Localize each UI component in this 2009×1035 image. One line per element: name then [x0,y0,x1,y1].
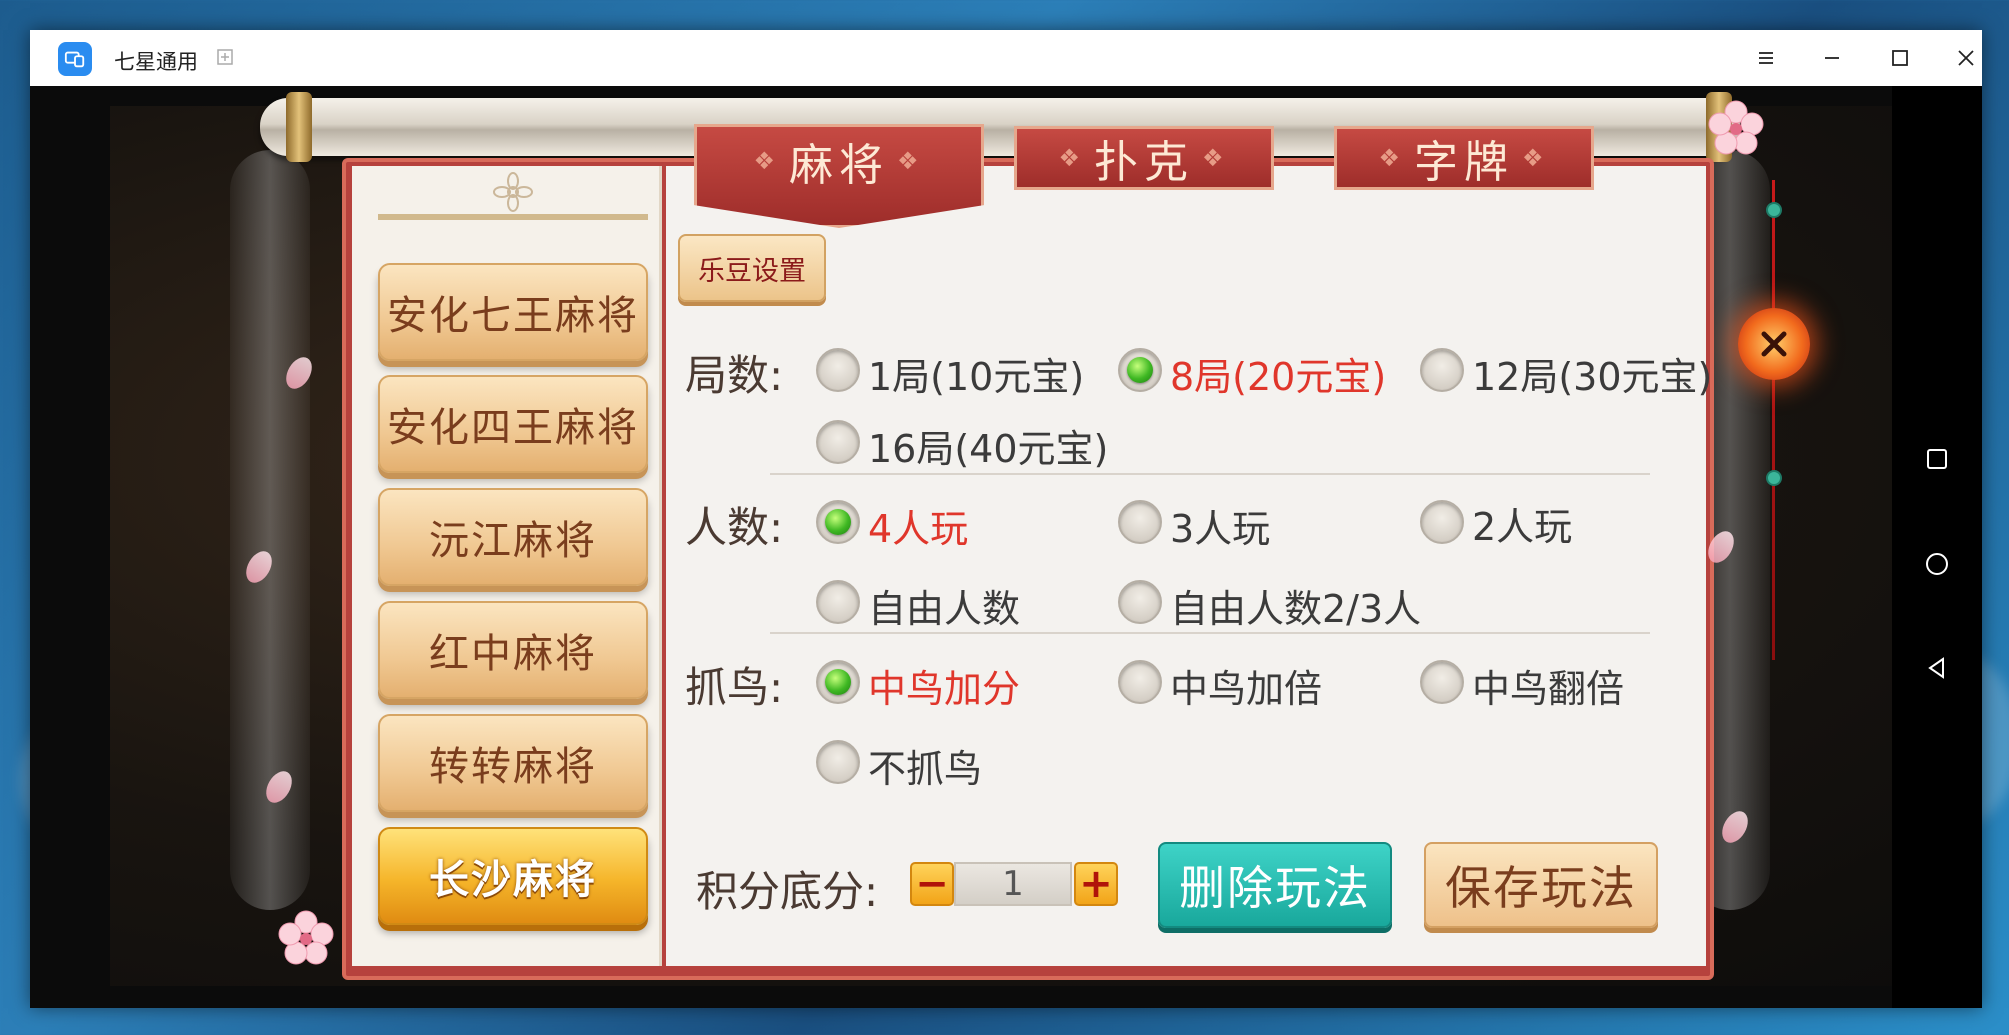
delete-rules-button[interactable]: 删除玩法 [1158,842,1392,928]
rounds-option-12-radio[interactable] [1420,348,1464,392]
ledou-settings-button[interactable]: 乐豆设置 [678,234,826,302]
app-window: 七星通用 安化七王麻将 安化四王麻将 沅江麻将 红中麻将 转转麻将 长沙麻将 ❖… [30,30,1982,1008]
players-2-radio[interactable] [1420,500,1464,544]
cord-bead-icon [1766,470,1782,486]
minimize-button[interactable] [1812,40,1852,76]
menu-button[interactable] [1746,40,1786,76]
players-4-radio[interactable] [816,500,860,544]
birds-label: 抓鸟: [685,663,784,712]
tab-ornament-icon: ❖ [1378,144,1406,172]
players-free-label[interactable]: 自由人数 [868,578,1020,633]
game-item-zhuanzhuan[interactable]: 转转麻将 [378,714,648,812]
players-free-radio[interactable] [816,580,860,624]
birds-none-label[interactable]: 不抓鸟 [868,738,982,793]
birds-flip-double-radio[interactable] [1420,660,1464,704]
cherry-blossom-icon [278,910,334,965]
game-item-label: 红中麻将 [429,631,597,677]
game-item-anhua-qiwang[interactable]: 安化七王麻将 [378,263,648,361]
window-title: 七星通用 [114,50,198,74]
game-item-yuanjiang[interactable]: 沅江麻将 [378,488,648,586]
birds-double-radio[interactable] [1118,660,1162,704]
rounds-option-1-label[interactable]: 1局(10元宝) [868,346,1084,401]
birds-add-score-label[interactable]: 中鸟加分 [868,658,1020,713]
base-score-input[interactable]: 1 [954,862,1072,906]
delete-rules-label: 删除玩法 [1179,861,1371,915]
base-score-value: 1 [1002,864,1024,904]
game-item-anhua-siwang[interactable]: 安化四王麻将 [378,375,648,473]
ledou-settings-label: 乐豆设置 [698,255,806,287]
base-score-plus-button[interactable]: + [1074,862,1118,906]
back-button[interactable] [1917,648,1957,688]
close-icon [1958,50,1974,66]
app-logo-icon [58,42,92,76]
birds-flip-double-label[interactable]: 中鸟翻倍 [1472,658,1624,713]
game-item-label: 沅江麻将 [429,518,597,564]
base-score-minus-button[interactable]: − [910,862,954,906]
players-free-23-label[interactable]: 自由人数2/3人 [1170,578,1421,633]
tab-ornament-icon: ❖ [1058,144,1086,172]
game-item-label: 安化四王麻将 [387,405,639,451]
home-button[interactable] [1917,544,1957,584]
cherry-blossom-icon [1708,100,1764,155]
triangle-back-icon [1928,657,1944,679]
cord-bead-icon [1766,202,1782,218]
title-bar: 七星通用 [30,30,1982,86]
game-item-label: 长沙麻将 [429,857,597,903]
players-2-label[interactable]: 2人玩 [1472,496,1572,551]
players-4-label[interactable]: 4人玩 [868,498,968,553]
game-item-hongzhong[interactable]: 红中麻将 [378,601,648,699]
pin-window-icon[interactable] [216,48,234,66]
recent-apps-button[interactable] [1917,439,1957,479]
tab-label: 字牌 [1414,137,1514,188]
close-icon [1761,331,1787,357]
rounds-label: 局数: [685,351,784,400]
tab-label: 麻将 [789,140,889,191]
rounds-option-8-radio[interactable] [1118,348,1162,392]
minimize-icon [1825,57,1839,59]
rounds-option-8-label[interactable]: 8局(20元宝) [1170,346,1386,401]
android-nav-bar [1892,86,1982,1008]
birds-add-score-radio[interactable] [816,660,860,704]
maximize-icon [1892,50,1908,66]
save-rules-button[interactable]: 保存玩法 [1424,842,1658,928]
tab-ornament-icon: ❖ [1522,144,1550,172]
tab-zipai[interactable]: ❖ 字牌 ❖ [1334,126,1594,190]
game-item-label: 转转麻将 [429,744,597,790]
sidebar-top-ornament [378,170,648,220]
tab-poker[interactable]: ❖ 扑克 ❖ [1014,126,1274,190]
players-free-23-radio[interactable] [1118,580,1162,624]
circle-icon [1926,553,1948,575]
flower-ornament-icon [493,172,533,212]
close-window-button[interactable] [1946,40,1986,76]
tab-label: 扑克 [1094,137,1194,188]
tab-ornament-icon: ❖ [1202,144,1230,172]
birds-none-radio[interactable] [816,740,860,784]
game-item-label: 安化七王麻将 [387,293,639,339]
players-3-radio[interactable] [1118,500,1162,544]
minus-icon: − [915,861,949,907]
divider [770,473,1650,475]
players-3-label[interactable]: 3人玩 [1170,498,1270,553]
rounds-option-16-radio[interactable] [816,420,860,464]
lantern-cord [1772,180,1775,660]
tab-ornament-icon: ❖ [897,147,925,175]
save-rules-label: 保存玩法 [1445,861,1637,915]
maximize-button[interactable] [1880,40,1920,76]
rounds-option-16-label[interactable]: 16局(40元宝) [868,418,1108,473]
square-icon [1927,449,1947,469]
players-label: 人数: [685,503,784,552]
tab-ornament-icon: ❖ [753,147,781,175]
hamburger-icon [1759,52,1773,64]
close-dialog-button[interactable] [1738,308,1810,380]
rounds-option-1-radio[interactable] [816,348,860,392]
plus-icon: + [1079,861,1113,907]
birds-double-label[interactable]: 中鸟加倍 [1170,658,1322,713]
divider [770,632,1650,634]
scroll-rod-cap-left [286,92,312,162]
game-item-changsha[interactable]: 长沙麻将 [378,827,648,925]
rounds-option-12-label[interactable]: 12局(30元宝) [1472,346,1712,401]
base-score-label: 积分底分: [696,867,879,916]
